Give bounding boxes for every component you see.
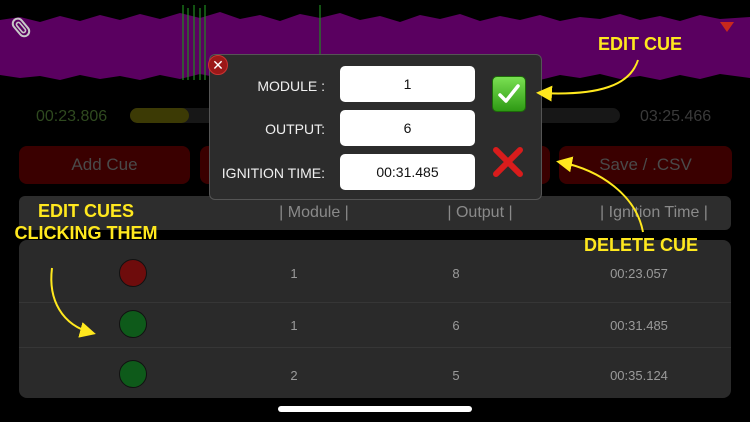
arrow-to-delete: [556, 156, 644, 233]
arrow-to-row: [50, 267, 96, 338]
arrow-to-confirm: [536, 59, 639, 102]
annotation-arrows: [50, 59, 644, 338]
home-indicator[interactable]: [278, 406, 472, 412]
